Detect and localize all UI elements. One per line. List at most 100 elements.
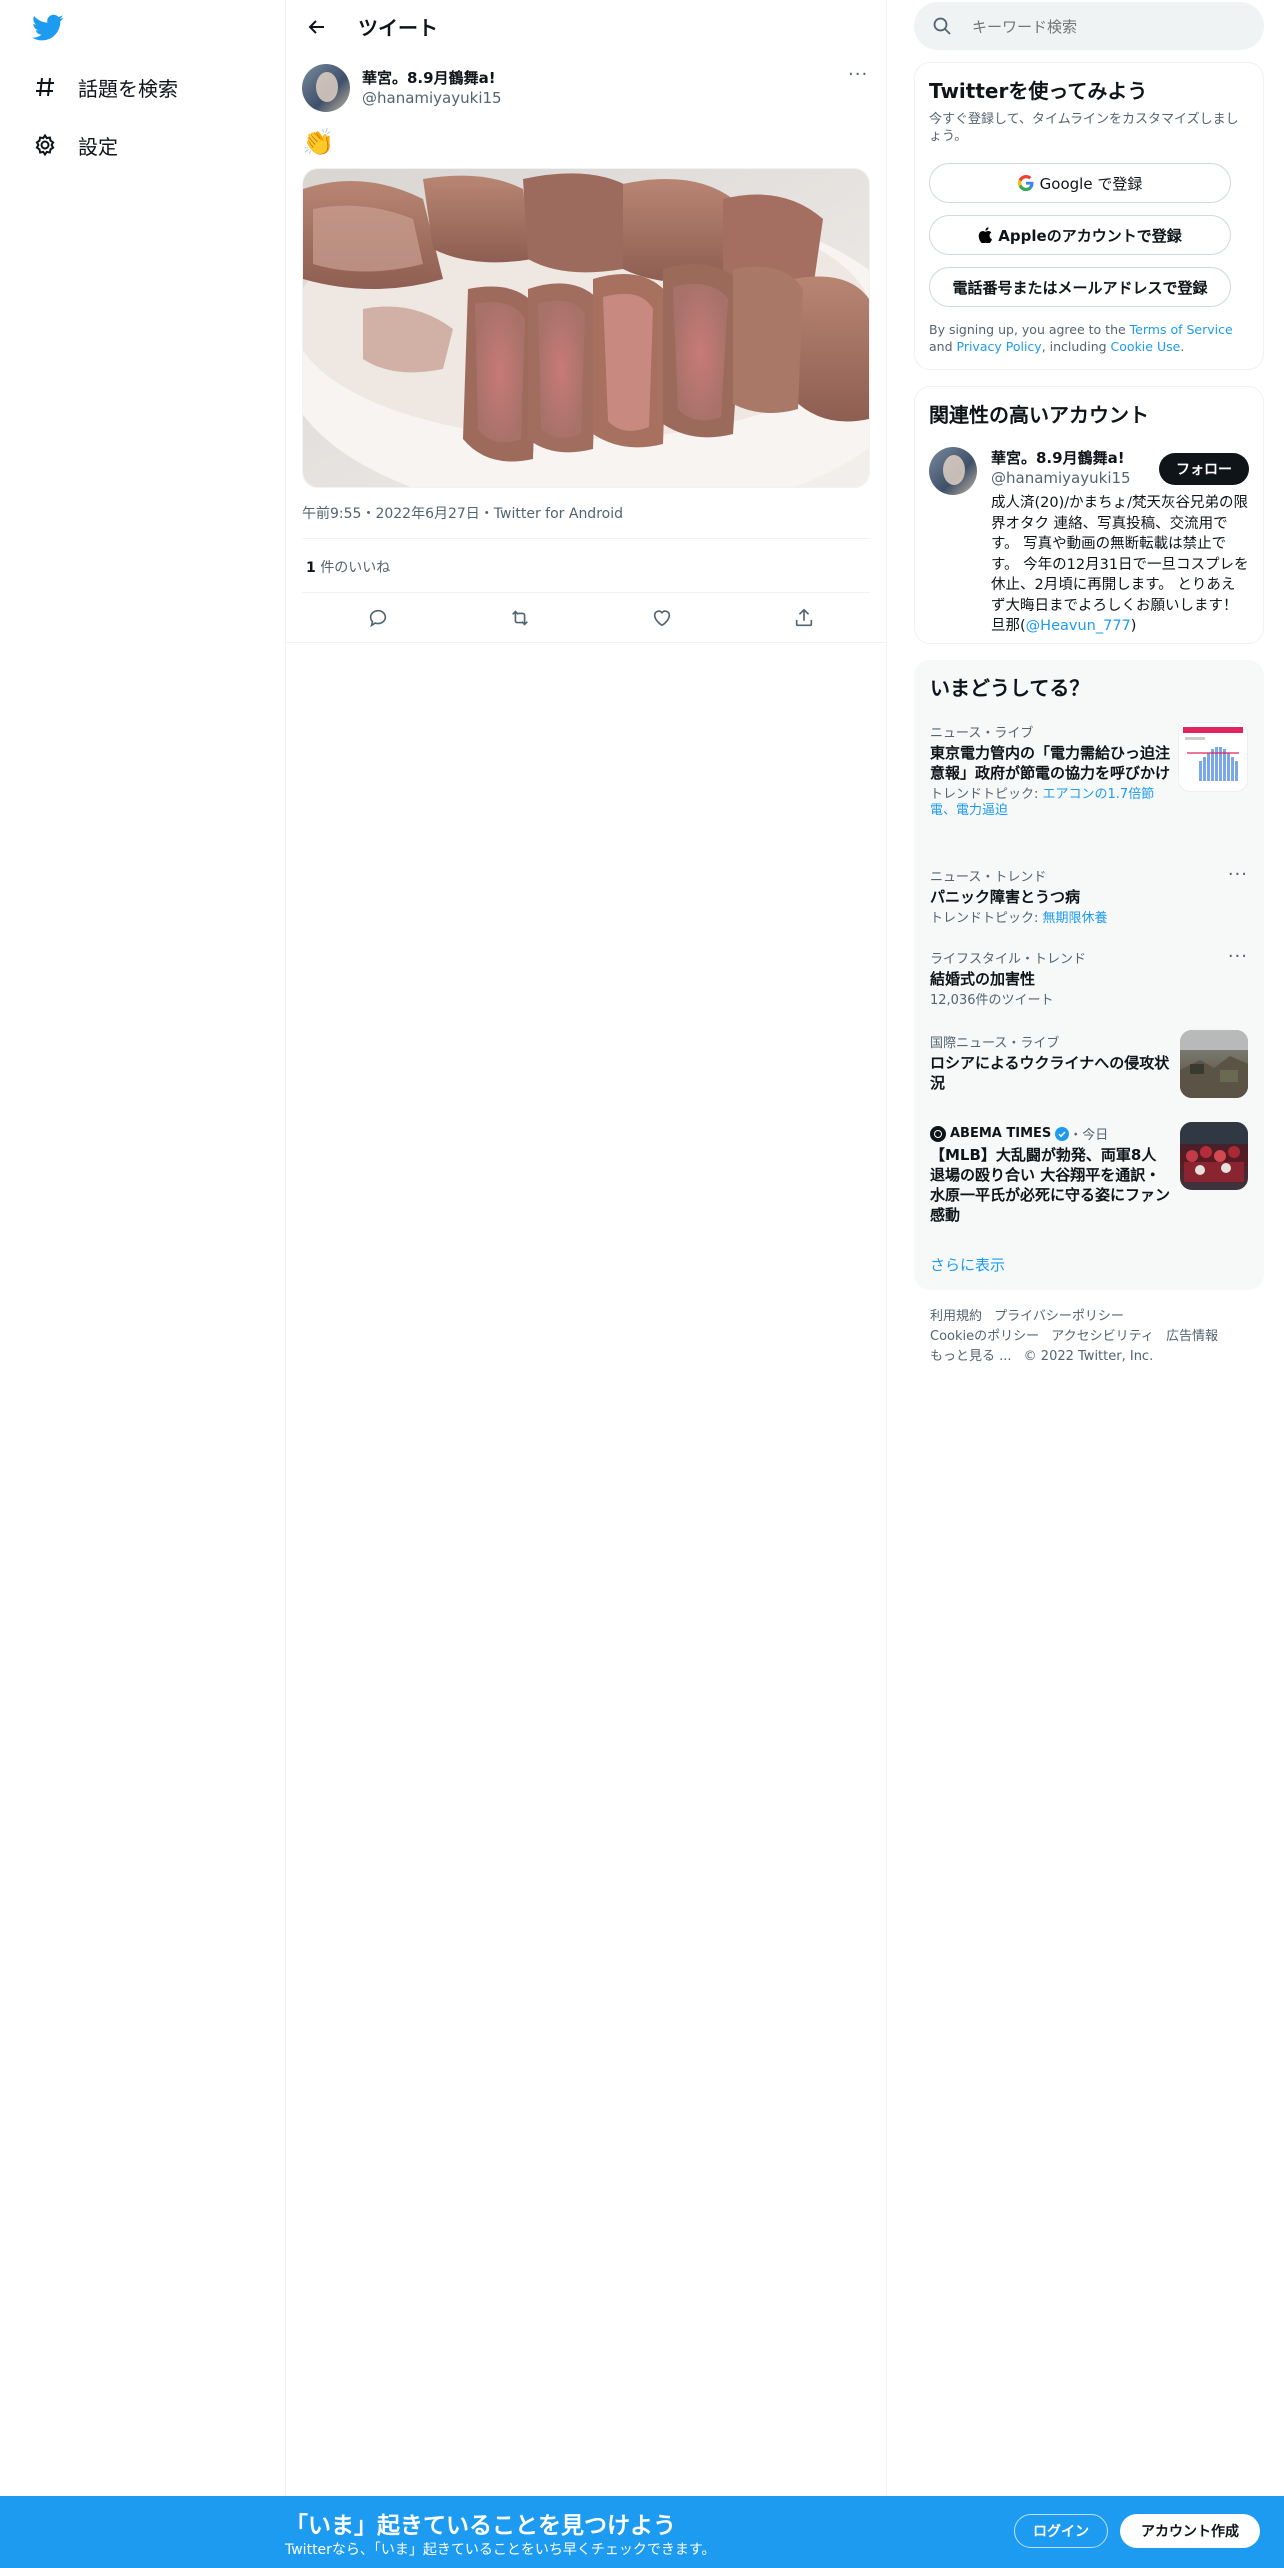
- google-signup-button[interactable]: Google で登録: [929, 163, 1231, 203]
- like-icon[interactable]: [644, 604, 680, 632]
- google-icon: [1017, 175, 1034, 191]
- trends-title: いまどうしてる？: [930, 676, 1090, 700]
- search-box[interactable]: [914, 2, 1264, 50]
- apple-signup-label: Appleのアカウントで登録: [998, 226, 1182, 245]
- divider: [302, 592, 870, 593]
- trend-topic-link[interactable]: 無期限休養: [1043, 911, 1108, 926]
- trend-time: ・今日: [1069, 1128, 1109, 1143]
- legal-including: , including: [1041, 339, 1111, 354]
- tweet-photo[interactable]: [302, 168, 870, 488]
- trend-item[interactable]: ニュース・トレンド パニック障害とうつ病 トレンドトピック: 無期限休養: [930, 866, 1210, 927]
- divider: [286, 642, 886, 643]
- retweet-icon[interactable]: [502, 604, 538, 632]
- related-avatar[interactable]: [929, 447, 977, 495]
- phone-email-signup-button[interactable]: 電話番号またはメールアドレスで登録: [929, 267, 1231, 307]
- nav-settings[interactable]: 設定: [32, 120, 118, 170]
- hashtag-icon: [32, 74, 58, 100]
- author-handle[interactable]: @hanamiyayuki15: [362, 89, 502, 107]
- gear-icon: [32, 132, 58, 158]
- tweet-text: 👏: [302, 128, 335, 158]
- trend-topic: トレンドトピック: エアコンの1.7倍節電、電力逼迫: [930, 787, 1170, 819]
- trend-source-row: ABEMA TIMES ・今日: [930, 1124, 1170, 1143]
- more-options-icon[interactable]: ···: [848, 64, 868, 85]
- related-bio: 成人済(20)/かまちょ/梵天灰谷兄弟の限界オタク 連絡、写真投稿、交流用です。…: [991, 493, 1249, 637]
- footer-links: 利用規約 プライバシーポリシー Cookieのポリシー アクセシビリティ 広告情…: [930, 1307, 1260, 1367]
- related-handle[interactable]: @hanamiyayuki15: [991, 469, 1131, 487]
- related-bio-text: 成人済(20)/かまちょ/梵天灰谷兄弟の限界オタク 連絡、写真投稿、交流用です。…: [991, 495, 1249, 634]
- back-arrow-icon[interactable]: [300, 10, 334, 44]
- trend-thumbnail[interactable]: [1180, 1030, 1248, 1098]
- signup-subtitle: 今すぐ登録して、タイムラインをカスタマイズしましょう。: [929, 112, 1239, 144]
- search-icon: [932, 16, 952, 40]
- apple-icon: [978, 227, 993, 243]
- author-display-name[interactable]: 華宮。8.9月鶴舞a!: [362, 67, 496, 88]
- verified-badge-icon: [1055, 1126, 1070, 1141]
- bottom-subtext: Twitterなら、「いま」起きていることをいち早くチェックできます。: [285, 2542, 716, 2558]
- related-title: 関連性の高いアカウント: [929, 403, 1149, 427]
- related-bio-link[interactable]: @Heavun_777: [1026, 618, 1131, 634]
- trend-thumbnail[interactable]: [1178, 722, 1248, 792]
- trend-title: 東京電力管内の「電力需給ひっ迫注意報」政府が節電の協力を呼びかけ: [930, 744, 1171, 782]
- trend-item[interactable]: ABEMA TIMES ・今日 【MLB】大乱闘が勃発、両軍8人退場の殴り合い …: [930, 1124, 1170, 1225]
- abema-logo-icon: [930, 1125, 946, 1142]
- likes-label: 件のいいね: [320, 560, 391, 576]
- trend-title: 結婚式の加害性: [930, 970, 1036, 988]
- trend-topic: トレンドトピック: 無期限休養: [930, 911, 1210, 927]
- trend-category: 国際ニュース・ライブ: [930, 1036, 1060, 1051]
- trend-topic-prefix: トレンドトピック:: [930, 787, 1043, 802]
- follow-button[interactable]: フォロー: [1159, 453, 1249, 485]
- nav-settings-label: 設定: [78, 134, 118, 159]
- footer-more-link[interactable]: もっと見る ...: [930, 1349, 1012, 1364]
- nav-explore[interactable]: 話題を検索: [32, 62, 178, 112]
- tweet-timestamp[interactable]: 午前9:55・2022年6月27日・Twitter for Android: [302, 503, 623, 523]
- trend-category: ニュース・トレンド: [930, 870, 1047, 885]
- trend-item[interactable]: 国際ニュース・ライブ ロシアによるウクライナへの侵攻状況: [930, 1032, 1170, 1093]
- trend-item[interactable]: ニュース・ライブ 東京電力管内の「電力需給ひっ迫注意報」政府が節電の協力を呼びか…: [930, 722, 1170, 819]
- login-button[interactable]: ログイン: [1014, 2514, 1108, 2548]
- search-input[interactable]: [970, 12, 1244, 42]
- cookie-link[interactable]: Cookie Use: [1111, 339, 1181, 354]
- signup-card: Twitterを使ってみよう 今すぐ登録して、タイムラインをカスタマイズしましょ…: [914, 62, 1264, 370]
- nav-explore-label: 話題を検索: [78, 76, 178, 101]
- trend-category: ニュース・ライブ: [930, 726, 1034, 741]
- phone-email-signup-label: 電話番号またはメールアドレスで登録: [952, 278, 1208, 297]
- signup-title: Twitterを使ってみよう: [929, 79, 1148, 103]
- trend-thumbnail[interactable]: [1180, 1122, 1248, 1190]
- share-icon[interactable]: [786, 604, 822, 632]
- show-more-link[interactable]: さらに表示: [930, 1254, 1005, 1275]
- footer-link-ads[interactable]: 広告情報: [1166, 1329, 1218, 1344]
- legal-prefix: By signing up, you agree to the: [929, 322, 1130, 337]
- bottom-signup-bar: 「いま」起きていることを見つけよう Twitterなら、「いま」起きていることを…: [0, 2496, 1284, 2568]
- trend-tweet-count: 12,036件のツイート: [930, 993, 1054, 1008]
- likes-count: 1: [306, 560, 316, 576]
- trend-title: ロシアによるウクライナへの侵攻状況: [930, 1054, 1170, 1092]
- trend-source: ABEMA TIMES: [950, 1126, 1052, 1141]
- footer-copyright: © 2022 Twitter, Inc.: [1023, 1349, 1154, 1364]
- trend-category: ライフスタイル・トレンド: [930, 952, 1087, 967]
- left-sidebar: 話題を検索 設定: [0, 0, 285, 2568]
- related-bio-end: ): [1130, 618, 1137, 634]
- privacy-link[interactable]: Privacy Policy: [957, 339, 1042, 354]
- bottom-headline: 「いま」起きていることを見つけよう: [285, 2513, 676, 2539]
- create-account-button[interactable]: アカウント作成: [1120, 2514, 1260, 2548]
- avatar[interactable]: [302, 64, 350, 112]
- more-options-icon[interactable]: ···: [1228, 864, 1248, 885]
- terms-link[interactable]: Terms of Service: [1130, 322, 1233, 337]
- footer-link-privacy[interactable]: プライバシーポリシー: [994, 1309, 1124, 1324]
- legal-and: and: [929, 339, 957, 354]
- trend-title: パニック障害とうつ病: [930, 888, 1081, 906]
- apple-signup-button[interactable]: Appleのアカウントで登録: [929, 215, 1231, 255]
- reply-icon[interactable]: [360, 604, 396, 632]
- more-options-icon[interactable]: ···: [1228, 946, 1248, 967]
- twitter-logo-icon[interactable]: [32, 14, 64, 42]
- legal-end: .: [1180, 339, 1185, 354]
- trend-item[interactable]: ライフスタイル・トレンド 結婚式の加害性 12,036件のツイート: [930, 948, 1210, 1009]
- footer-link-terms[interactable]: 利用規約: [930, 1309, 982, 1324]
- divider: [302, 538, 870, 539]
- footer-link-accessibility[interactable]: アクセシビリティ: [1051, 1329, 1154, 1344]
- footer-link-cookie[interactable]: Cookieのポリシー: [930, 1329, 1039, 1344]
- legal-text: By signing up, you agree to the Terms of…: [929, 321, 1249, 355]
- google-signup-label: Google で登録: [1039, 174, 1143, 193]
- related-display-name[interactable]: 華宮。8.9月鶴舞a!: [991, 447, 1125, 468]
- likes-summary[interactable]: 1 件のいいね: [306, 557, 390, 577]
